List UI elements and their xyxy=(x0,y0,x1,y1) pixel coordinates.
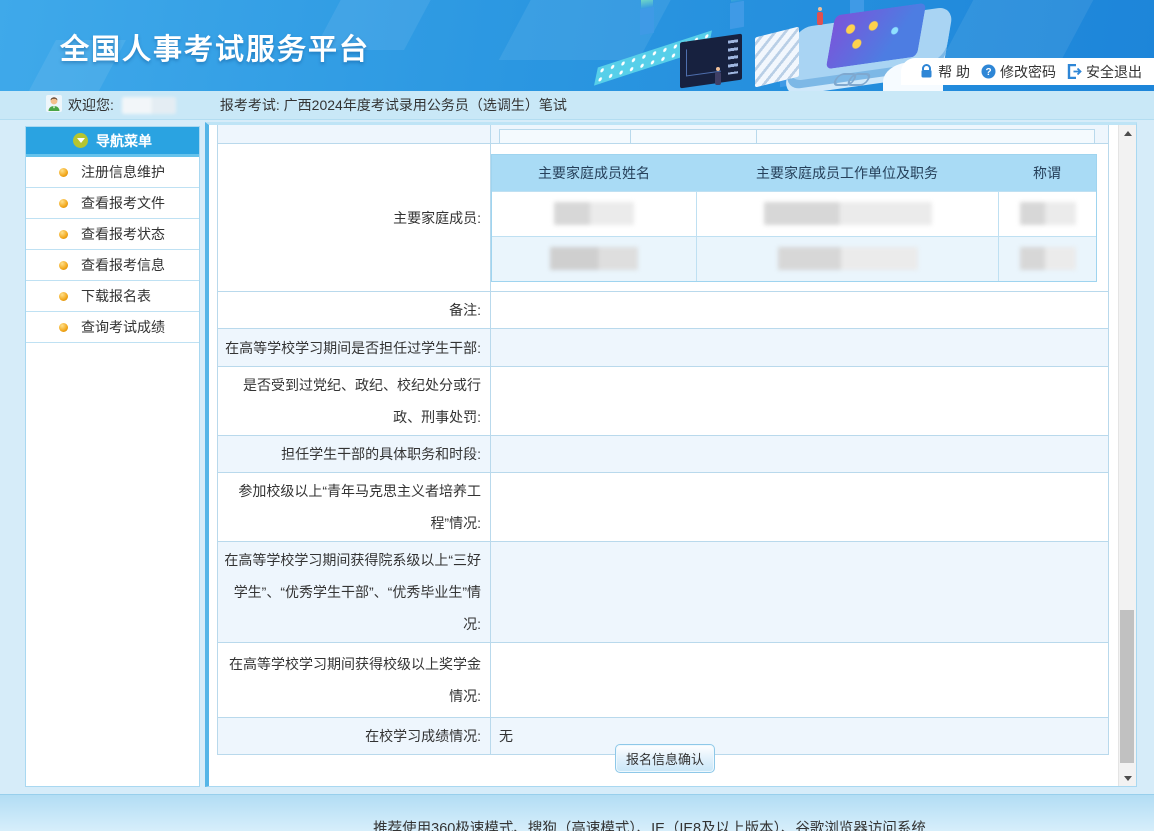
table-row-marxism-program: 参加校级以上“青年马克思主义者培养工程”情况: xyxy=(218,472,1108,541)
browser-recommendation-text: 推荐使用360极速模式、搜狗（高速模式）、IE（IE8及以上版本）、谷歌浏览器访… xyxy=(0,817,1154,831)
family-table-row xyxy=(492,236,1096,281)
row-value xyxy=(491,542,1108,642)
welcome-label: 欢迎您: xyxy=(68,95,114,115)
app-window: 全国人事考试服务平台 帮 助 xyxy=(0,0,1154,831)
arrow-down-icon xyxy=(1124,776,1132,781)
confirm-registration-button[interactable]: 报名信息确认 xyxy=(615,744,715,773)
welcome-bar: 欢迎您: 报考考试: 广西2024年度考试录用公务员（选调生）笔试 xyxy=(0,91,1154,120)
row-value xyxy=(491,436,1108,472)
exam-info-label: 报考考试: 广西2024年度考试录用公务员（选调生）笔试 xyxy=(220,95,567,115)
row-label xyxy=(218,125,491,143)
row-value: 无 xyxy=(491,718,1108,754)
site-title: 全国人事考试服务平台 xyxy=(60,26,370,68)
application-info-table: 主要家庭成员: 主要家庭成员姓名 主要家庭成员工作单位及职务 称谓 xyxy=(217,125,1109,755)
bullet-icon xyxy=(59,323,68,332)
row-value xyxy=(491,329,1108,366)
row-value xyxy=(491,367,1108,435)
svg-text:?: ? xyxy=(985,67,991,78)
row-label: 备注: xyxy=(218,292,491,328)
row-value: 主要家庭成员姓名 主要家庭成员工作单位及职务 称谓 xyxy=(491,144,1108,291)
column-header-name: 主要家庭成员姓名 xyxy=(492,155,696,191)
redacted-work-unit xyxy=(764,202,932,225)
vertical-scrollbar[interactable] xyxy=(1118,125,1136,786)
bullet-icon xyxy=(59,199,68,208)
row-label: 在高等学校学习期间是否担任过学生干部: xyxy=(218,329,491,366)
sidebar-item-download-form[interactable]: 下载报名表 xyxy=(26,281,199,312)
bullet-icon xyxy=(59,292,68,301)
collapse-icon xyxy=(73,133,88,148)
family-table-row xyxy=(492,191,1096,236)
table-row-student-cadre: 在高等学校学习期间是否担任过学生干部: xyxy=(218,328,1108,366)
table-row-honors: 在高等学校学习期间获得院系级以上“三好学生”、“优秀学生干部”、“优秀毕业生”情… xyxy=(218,541,1108,642)
header-illustration xyxy=(585,0,930,91)
family-members-table: 主要家庭成员姓名 主要家庭成员工作单位及职务 称谓 xyxy=(491,154,1097,282)
row-label: 在校学习成绩情况: xyxy=(218,718,491,754)
row-label: 主要家庭成员: xyxy=(218,144,491,291)
question-icon: ? xyxy=(981,64,996,79)
sidebar-item-view-exam-info[interactable]: 查看报考信息 xyxy=(26,250,199,281)
table-row-scholarship: 在高等学校学习期间获得校级以上奖学金情况: xyxy=(218,642,1108,717)
user-name-redacted xyxy=(122,97,176,114)
table-row-partial xyxy=(218,125,1108,143)
row-value xyxy=(491,125,1108,143)
redacted-name xyxy=(554,202,634,225)
row-label: 参加校级以上“青年马克思主义者培养工程”情况: xyxy=(218,473,491,541)
exit-icon xyxy=(1067,64,1082,79)
table-row-punishment: 是否受到过党纪、政纪、校纪处分或行政、刑事处罚: xyxy=(218,366,1108,435)
logout-button[interactable]: 安全退出 xyxy=(1067,62,1142,82)
bullet-icon xyxy=(59,168,68,177)
main-content-panel: 主要家庭成员: 主要家庭成员姓名 主要家庭成员工作单位及职务 称谓 xyxy=(205,122,1137,787)
sidebar-item-query-scores[interactable]: 查询考试成绩 xyxy=(26,312,199,343)
sidebar-item-view-exam-status[interactable]: 查看报考状态 xyxy=(26,219,199,250)
redacted-relation xyxy=(1020,202,1076,225)
family-table-header: 主要家庭成员姓名 主要家庭成员工作单位及职务 称谓 xyxy=(492,155,1096,191)
illustration-pillar xyxy=(730,1,744,29)
column-header-work-unit: 主要家庭成员工作单位及职务 xyxy=(696,155,998,191)
table-row-family-members: 主要家庭成员: 主要家庭成员姓名 主要家庭成员工作单位及职务 称谓 xyxy=(218,143,1108,291)
redacted-relation xyxy=(1020,247,1076,270)
page-footer: 推荐使用360极速模式、搜狗（高速模式）、IE（IE8及以上版本）、谷歌浏览器访… xyxy=(0,794,1154,831)
row-label: 在高等学校学习期间获得院系级以上“三好学生”、“优秀学生干部”、“优秀毕业生”情… xyxy=(218,542,491,642)
row-label: 是否受到过党纪、政纪、校纪处分或行政、刑事处罚: xyxy=(218,367,491,435)
redacted-name xyxy=(550,247,638,270)
illustration-person xyxy=(817,12,823,25)
table-row-cadre-duty-period: 担任学生干部的具体职务和时段: xyxy=(218,435,1108,472)
row-value xyxy=(491,643,1108,717)
row-value xyxy=(491,473,1108,541)
row-label: 担任学生干部的具体职务和时段: xyxy=(218,436,491,472)
top-header: 全国人事考试服务平台 帮 助 xyxy=(0,0,1154,91)
arrow-up-icon xyxy=(1124,131,1132,136)
header-deco-band xyxy=(941,0,1098,60)
user-avatar-icon xyxy=(46,95,62,115)
bullet-icon xyxy=(59,261,68,270)
sidebar-item-view-exam-files[interactable]: 查看报考文件 xyxy=(26,188,199,219)
help-button[interactable]: 帮 助 xyxy=(919,62,970,82)
illustration-pillar xyxy=(640,7,654,35)
bullet-icon xyxy=(59,230,68,239)
lock-icon xyxy=(919,64,934,79)
nav-menu-header[interactable]: 导航菜单 xyxy=(26,127,199,157)
sidebar-item-register-info[interactable]: 注册信息维护 xyxy=(26,157,199,188)
illustration-person xyxy=(715,72,721,85)
redacted-work-unit xyxy=(778,247,918,270)
scroll-down-button[interactable] xyxy=(1119,770,1136,786)
inner-table-fragment xyxy=(499,129,1095,143)
illustration-monitor xyxy=(680,34,742,89)
scroll-up-button[interactable] xyxy=(1119,125,1136,141)
navigation-sidebar: 导航菜单 注册信息维护 查看报考文件 查看报考状态 查看报考信息 下载报名表 查… xyxy=(25,126,200,787)
row-label: 在高等学校学习期间获得校级以上奖学金情况: xyxy=(218,643,491,717)
table-row-remarks: 备注: xyxy=(218,291,1108,328)
scrollbar-thumb[interactable] xyxy=(1120,610,1134,763)
change-password-button[interactable]: ? 修改密码 xyxy=(981,62,1056,82)
row-value xyxy=(491,292,1108,328)
header-actions-bar: 帮 助 ? 修改密码 安全退出 xyxy=(901,58,1154,85)
column-header-relation: 称谓 xyxy=(998,155,1096,191)
